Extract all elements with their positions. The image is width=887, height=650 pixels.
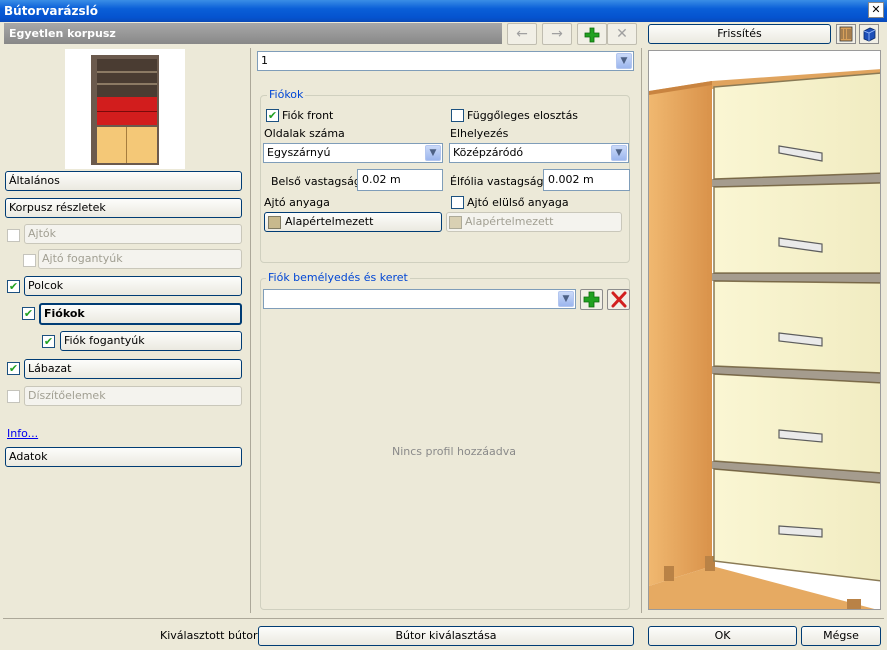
door-material-button[interactable]: Alapértelmezett: [264, 212, 442, 232]
arrow-right-icon: →: [551, 26, 563, 42]
window-title-bar: Bútorvarázsló ✕: [0, 0, 887, 22]
remove-profile-button[interactable]: [607, 289, 630, 310]
material-swatch: [449, 216, 462, 229]
plinth-checkbox[interactable]: ✔: [7, 362, 20, 375]
furniture-preview: [648, 50, 881, 610]
cancel-button[interactable]: Mégse: [801, 626, 881, 646]
door-front-material-checkbox[interactable]: [451, 196, 464, 209]
sidebar-item-general[interactable]: Általános: [5, 171, 242, 191]
sidebar-item-plinth[interactable]: Lábazat: [24, 359, 242, 379]
sidebar-item-door-handles: Ajtó fogantyúk: [38, 249, 242, 269]
vertical-distribution-checkbox[interactable]: [451, 109, 464, 122]
data-button[interactable]: Adatok: [5, 447, 242, 467]
delete-icon: [611, 291, 627, 308]
cabinet-thumbnail-image: [91, 55, 159, 165]
shelves-checkbox[interactable]: ✔: [7, 280, 20, 293]
sidebar-item-carcass-details[interactable]: Korpusz részletek: [5, 198, 242, 218]
chevron-down-icon: ▼: [616, 53, 632, 69]
decorations-checkbox[interactable]: [7, 390, 20, 403]
add-icon: [583, 291, 600, 308]
profile-group: [260, 278, 630, 610]
sidebar-item-drawer-handles[interactable]: Fiók fogantyúk: [60, 331, 242, 351]
sides-count-value: Egyszárnyú: [267, 146, 331, 159]
placement-select[interactable]: Középzáródó ▼: [449, 143, 629, 163]
select-furniture-button[interactable]: Bútor kiválasztása: [258, 626, 634, 646]
empty-profile-message: Nincs profil hozzáadva: [392, 445, 516, 458]
texture-icon: [839, 26, 853, 42]
selected-furniture-label: Kiválasztott bútor:: [160, 629, 262, 642]
delete-button[interactable]: ✕: [607, 23, 637, 45]
cube-icon: [863, 27, 876, 42]
vertical-distribution-label: Függőleges elosztás: [467, 109, 579, 122]
add-icon: [584, 27, 600, 43]
edge-foil-thickness-label: Élfólia vastagsága: [450, 175, 551, 188]
profile-group-title: Fiók bemélyedés és keret: [266, 271, 410, 284]
sidebar-item-doors: Ajtók: [24, 224, 242, 244]
refresh-button[interactable]: Frissítés: [648, 24, 831, 44]
sidebar-item-shelves[interactable]: Polcok: [24, 276, 242, 296]
arrow-left-icon: ←: [516, 26, 528, 42]
solid-view-button[interactable]: [859, 24, 879, 44]
drawer-handles-checkbox[interactable]: ✔: [42, 335, 55, 348]
footer-divider: [3, 618, 884, 619]
add-button[interactable]: [577, 23, 607, 45]
door-material-label: Ajtó anyaga: [264, 196, 330, 209]
delete-icon: ✕: [616, 26, 628, 42]
drawers-group-title: Fiókok: [267, 88, 306, 101]
drawer-front-checkbox[interactable]: ✔: [266, 109, 279, 122]
info-link[interactable]: Info...: [7, 427, 38, 440]
divider: [250, 48, 251, 613]
chevron-down-icon: ▼: [425, 145, 441, 161]
door-front-material-label: Ajtó elülső anyaga: [467, 196, 569, 209]
sidebar-item-drawers[interactable]: Fiókok: [39, 303, 242, 325]
chevron-down-icon: ▼: [558, 291, 574, 307]
door-front-material-button: Alapértelmezett: [446, 212, 622, 232]
material-swatch: [268, 216, 281, 229]
inner-thickness-label: Belső vastagság: [271, 175, 361, 188]
profile-select[interactable]: ▼: [263, 289, 576, 309]
texture-view-button[interactable]: [836, 24, 856, 44]
carcass-selector[interactable]: 1 ▼: [257, 51, 634, 71]
previous-button[interactable]: ←: [507, 23, 537, 45]
edge-foil-thickness-input[interactable]: 0.002 m: [543, 169, 630, 191]
window-title: Bútorvarázsló: [4, 4, 99, 18]
sides-count-label: Oldalak száma: [264, 127, 345, 140]
next-button[interactable]: →: [542, 23, 572, 45]
carcass-selector-value: 1: [261, 54, 268, 67]
inner-thickness-input[interactable]: 0.02 m: [357, 169, 443, 191]
divider: [641, 48, 642, 613]
placement-label: Elhelyezés: [450, 127, 509, 140]
doors-checkbox[interactable]: [7, 229, 20, 242]
sides-count-select[interactable]: Egyszárnyú ▼: [263, 143, 443, 163]
close-button[interactable]: ✕: [868, 2, 884, 18]
section-header-title: Egyetlen korpusz: [9, 27, 116, 40]
door-material-button-label: Alapértelmezett: [285, 215, 374, 228]
section-header: Egyetlen korpusz: [4, 23, 502, 44]
cabinet-3d-preview: [649, 69, 880, 609]
placement-value: Középzáródó: [453, 146, 524, 159]
door-handles-checkbox[interactable]: [23, 254, 36, 267]
sidebar-item-decorations: Díszítőelemek: [24, 386, 242, 406]
ok-button[interactable]: OK: [648, 626, 797, 646]
drawers-checkbox[interactable]: ✔: [22, 307, 35, 320]
chevron-down-icon: ▼: [611, 145, 627, 161]
drawer-front-label: Fiók front: [282, 109, 334, 122]
add-profile-button[interactable]: [580, 289, 603, 310]
furniture-thumbnail: [65, 49, 185, 169]
door-front-material-button-label: Alapértelmezett: [465, 215, 554, 228]
